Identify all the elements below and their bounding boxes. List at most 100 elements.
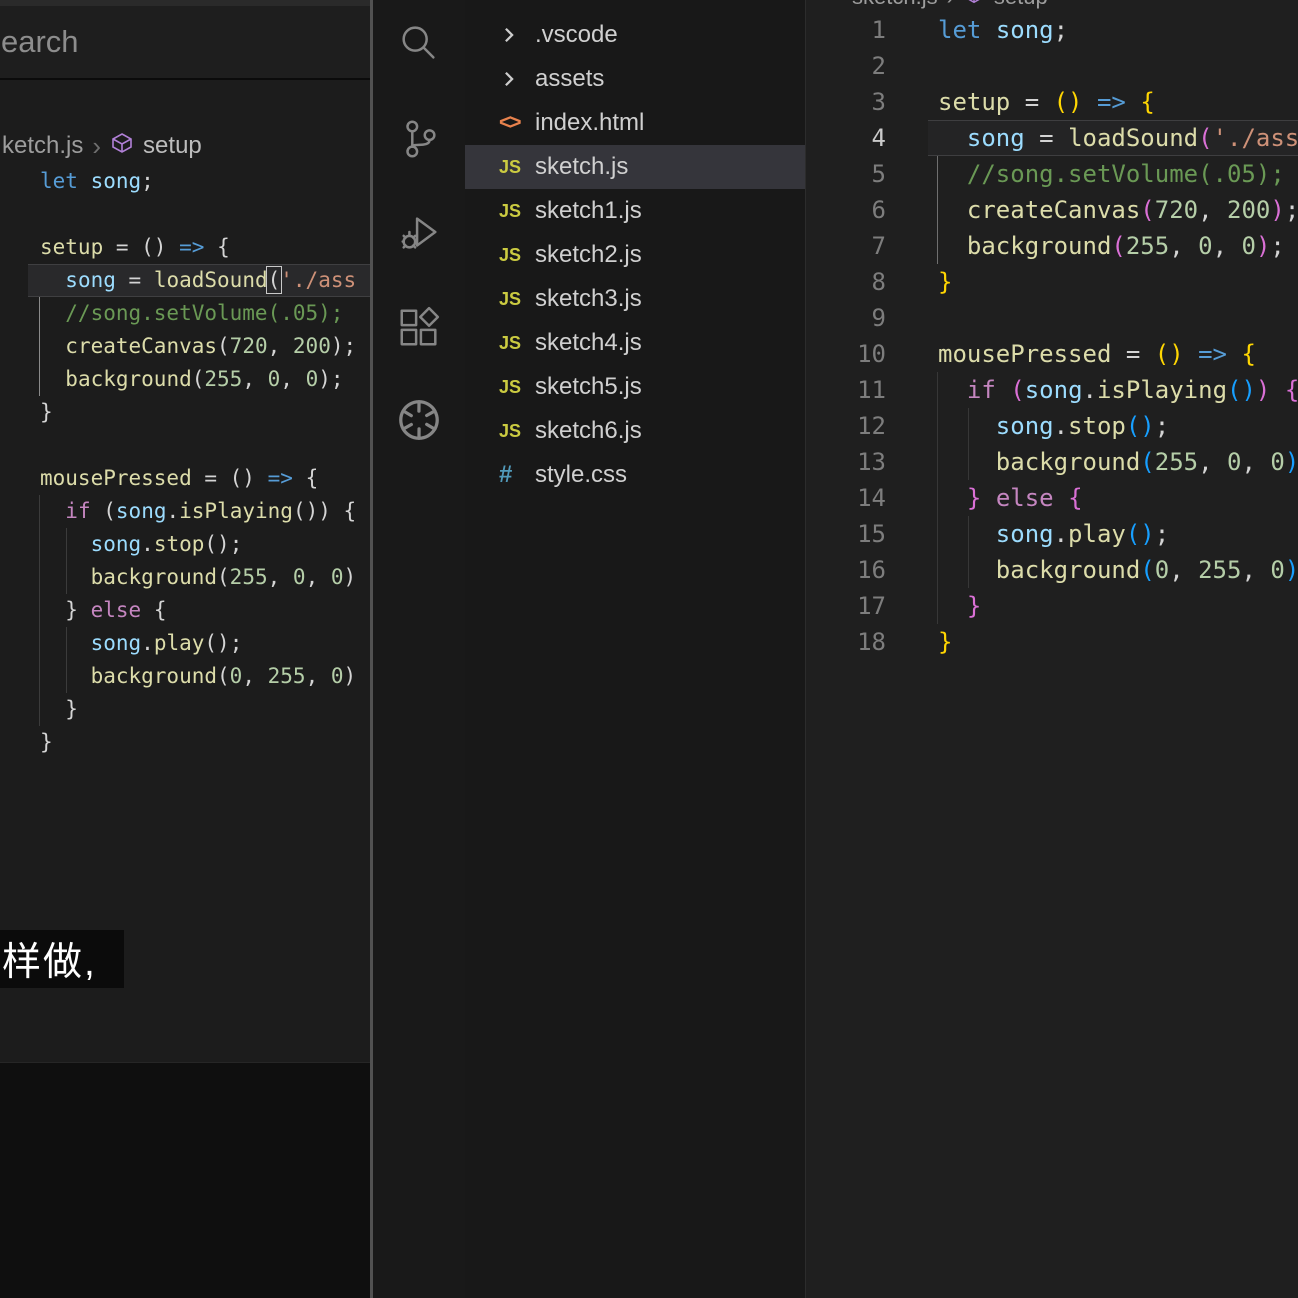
code-line[interactable]: 8} [806,264,1298,300]
code-line[interactable]: 9 [806,300,1298,336]
file-list: .vscodeassets<>index.htmlJSsketch.jsJSsk… [465,13,805,497]
source-control-icon[interactable] [392,112,446,166]
code-token: ( [192,367,205,391]
file-name: sketch3.js [535,285,642,313]
code-token: () [1155,340,1184,368]
code-token [1054,484,1068,512]
code-token: = [1010,88,1053,116]
code-line[interactable]: if (song.isPlaying()) { [0,495,370,528]
code-line[interactable]: createCanvas(720, 200); [0,330,370,363]
js-file-icon: JS [499,333,535,354]
code-token: createCanvas [967,196,1140,224]
breadcrumb-file[interactable]: sketch.js [852,0,938,10]
code-line[interactable]: 4 song = loadSound('./ass [806,120,1298,156]
code-token [938,196,967,224]
code-token: background [91,565,217,589]
code-token [938,592,967,620]
line-number: 12 [806,408,902,444]
code-line[interactable]: let song; [0,165,370,198]
code-token [255,466,268,490]
chatgpt-icon[interactable] [392,393,446,447]
code-line[interactable]: } else { [0,594,370,627]
code-token: ( [217,664,230,688]
breadcrumb-symbol[interactable]: setup [143,132,202,160]
line-number: 11 [806,372,902,408]
code-line[interactable]: 6 createCanvas(720, 200); [806,192,1298,228]
code-line[interactable]: 13 background(255, 0, 0) [806,444,1298,480]
search-input[interactable]: earch [0,6,370,80]
code-line[interactable]: 15 song.play(); [806,516,1298,552]
code-line[interactable] [0,429,370,462]
code-token: ; [331,367,344,391]
explorer-item-index.html[interactable]: <>index.html [465,101,805,145]
code-text: if (song.isPlaying()) { [0,495,370,528]
line-number: 7 [806,228,902,264]
code-token [938,232,967,260]
code-token [981,484,995,512]
code-token: 0 [1227,448,1241,476]
extensions-icon[interactable] [392,301,446,355]
search-icon[interactable] [392,16,446,70]
code-token: isPlaying [179,499,293,523]
code-token: 200 [293,334,331,358]
breadcrumb-symbol[interactable]: setup [994,0,1048,10]
code-line[interactable]: background(255, 0, 0) [0,561,370,594]
explorer-item-sketch3.js[interactable]: JSsketch3.js [465,277,805,321]
code-line[interactable]: song.play(); [0,627,370,660]
code-token: let [40,169,78,193]
code-line[interactable]: song = loadSound('./ass [0,264,370,297]
code-line[interactable]: 2 [806,48,1298,84]
code-line[interactable]: 17 } [806,588,1298,624]
code-line[interactable]: 3setup = () => { [806,84,1298,120]
explorer-item-assets[interactable]: assets [465,57,805,101]
code-token: , [306,565,331,589]
code-token: () [1126,412,1155,440]
breadcrumb-file[interactable]: ketch.js [2,132,83,160]
code-line[interactable]: 12 song.stop(); [806,408,1298,444]
code-line[interactable] [0,198,370,231]
js-file-icon: JS [499,421,535,442]
explorer-item-.vscode[interactable]: .vscode [465,13,805,57]
breadcrumb[interactable]: ketch.js › setup [2,128,202,164]
run-debug-icon[interactable] [392,206,446,260]
explorer-item-sketch.js[interactable]: JSsketch.js [465,145,805,189]
code-line[interactable]: background(0, 255, 0) [0,660,370,693]
explorer-item-sketch4.js[interactable]: JSsketch4.js [465,321,805,365]
video-code-area: let song; setup = () => { song = loadSoun… [0,165,370,759]
explorer-item-sketch5.js[interactable]: JSsketch5.js [465,365,805,409]
code-token: ( [103,499,116,523]
code-line[interactable]: 18} [806,624,1298,660]
code-line[interactable]: 16 background(0, 255, 0) [806,552,1298,588]
code-line[interactable]: song.stop(); [0,528,370,561]
code-token: , [1169,232,1198,260]
code-token: ; [344,334,357,358]
code-line[interactable]: setup = () => { [0,231,370,264]
code-line[interactable]: } [0,396,370,429]
video-bottom-band [0,1062,370,1298]
code-line[interactable]: 10mousePressed = () => { [806,336,1298,372]
code-line[interactable]: 14 } else { [806,480,1298,516]
code-line[interactable]: } [0,693,370,726]
code-line[interactable]: mousePressed = () => { [0,462,370,495]
code-text: background(255, 0, 0); [902,228,1285,264]
code-token: . [166,499,179,523]
explorer-item-style.css[interactable]: #style.css [465,453,805,497]
code-token [40,367,65,391]
code-text: } [0,726,370,759]
code-line[interactable]: } [0,726,370,759]
explorer-item-sketch6.js[interactable]: JSsketch6.js [465,409,805,453]
code-token: song [1025,376,1083,404]
code-line[interactable]: 5 //song.setVolume(.05); [806,156,1298,192]
explorer-item-sketch2.js[interactable]: JSsketch2.js [465,233,805,277]
explorer-sidebar: .vscodeassets<>index.htmlJSsketch.jsJSsk… [465,0,806,1298]
code-token: . [141,532,154,556]
explorer-item-sketch1.js[interactable]: JSsketch1.js [465,189,805,233]
code-line[interactable]: 11 if (song.isPlaying()) { [806,372,1298,408]
code-line[interactable]: 1let song; [806,12,1298,48]
line-number: 6 [806,192,902,228]
code-line[interactable]: background(255, 0, 0); [0,363,370,396]
code-token: , [1241,448,1270,476]
code-line[interactable]: //song.setVolume(.05); [0,297,370,330]
code-line[interactable]: 7 background(255, 0, 0); [806,228,1298,264]
code-token [938,376,967,404]
